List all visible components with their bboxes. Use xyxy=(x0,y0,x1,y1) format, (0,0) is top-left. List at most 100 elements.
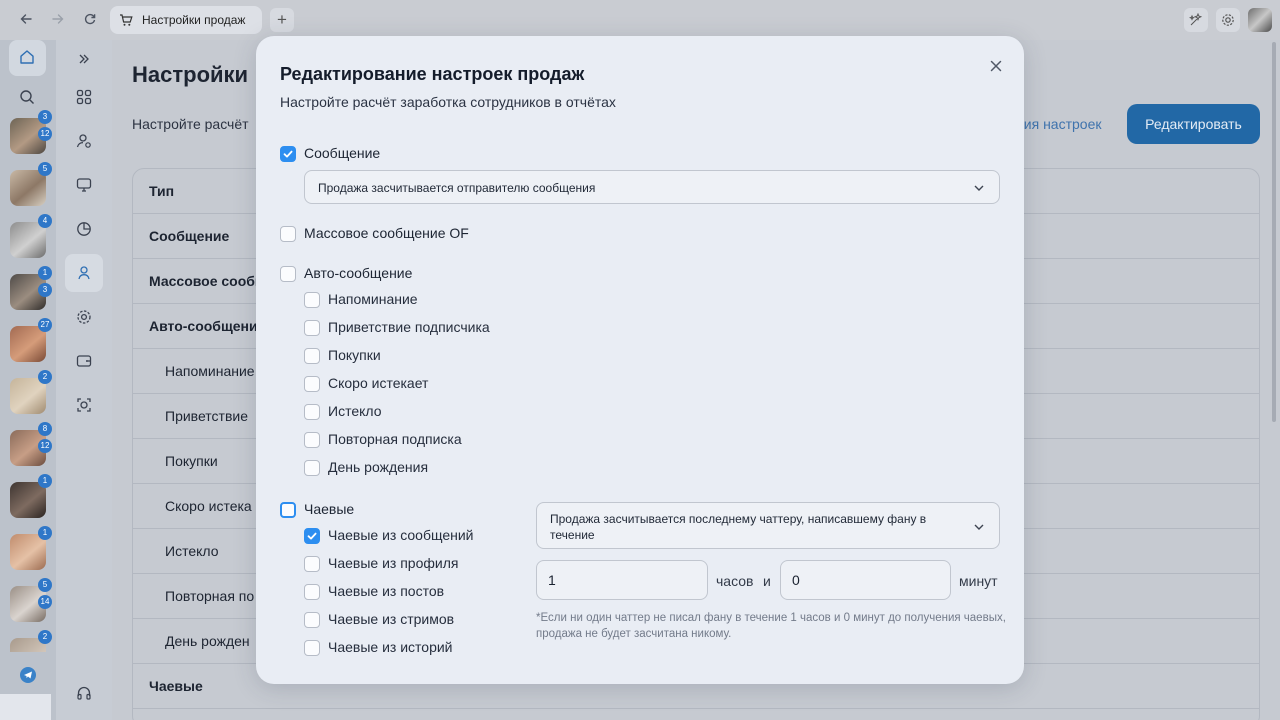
tips-posts-checkbox[interactable] xyxy=(304,584,320,600)
grid-icon xyxy=(76,89,92,105)
page-title: Настройки xyxy=(132,62,249,87)
tips-streams-label: Чаевые из стримов xyxy=(328,611,455,627)
minutes-unit-label: минут xyxy=(959,573,998,589)
hours-unit-label: часов xyxy=(716,573,754,589)
unread-badge: 3 xyxy=(38,283,52,297)
nav-sales-settings[interactable] xyxy=(65,254,103,292)
nav-users[interactable] xyxy=(65,122,103,160)
nav-reports[interactable] xyxy=(65,210,103,248)
model-avatar[interactable] xyxy=(10,378,46,414)
close-button[interactable] xyxy=(986,56,1006,76)
search-icon[interactable] xyxy=(18,88,36,111)
tips-stories-checkbox[interactable] xyxy=(304,640,320,656)
expiring-soon-checkbox[interactable] xyxy=(304,376,320,392)
select-value: Продажа засчитывается последнему чаттеру… xyxy=(550,512,927,542)
nav-settings[interactable] xyxy=(65,298,103,336)
message-attribution-select[interactable]: Продажа засчитывается отправителю сообще… xyxy=(304,170,1000,204)
chevron-down-icon xyxy=(974,185,984,191)
subscriber-greeting-checkbox[interactable] xyxy=(304,320,320,336)
hours-input[interactable]: 1 xyxy=(536,560,708,600)
unread-badge: 2 xyxy=(38,370,52,384)
unread-badge: 14 xyxy=(38,595,52,609)
reload-icon[interactable] xyxy=(80,10,100,30)
expired-checkbox[interactable] xyxy=(304,404,320,420)
chevron-down-icon xyxy=(974,524,984,530)
user-coin-icon xyxy=(78,266,90,280)
new-tab-button[interactable]: + xyxy=(270,8,294,32)
nav-sidebar xyxy=(56,40,112,720)
check-icon xyxy=(283,150,293,158)
unread-badge: 12 xyxy=(38,127,52,141)
browser-toolbar: Настройки продаж + xyxy=(0,0,1280,40)
message-checkbox[interactable] xyxy=(280,146,296,162)
select-value: Продажа засчитывается отправителю сообще… xyxy=(318,181,596,195)
model-avatar[interactable] xyxy=(10,170,46,206)
mass-message-checkbox[interactable] xyxy=(280,226,296,242)
resubscription-checkbox[interactable] xyxy=(304,432,320,448)
message-label: Сообщение xyxy=(304,145,381,161)
unread-badge: 12 xyxy=(38,439,52,453)
model-avatar[interactable] xyxy=(10,326,46,362)
user-settings-icon xyxy=(76,134,91,148)
settings-history-link[interactable]: рия настроек xyxy=(1016,116,1102,132)
check-icon xyxy=(307,532,317,540)
purchases-label: Покупки xyxy=(328,347,381,363)
and-label: и xyxy=(763,573,771,589)
tips-checkbox[interactable] xyxy=(280,502,296,518)
unread-badge: 3 xyxy=(38,110,52,124)
model-avatar[interactable] xyxy=(10,534,46,570)
tips-label: Чаевые xyxy=(304,501,355,517)
back-arrow-icon[interactable] xyxy=(16,10,36,30)
expand-sidebar-button[interactable] xyxy=(65,40,103,78)
pie-chart-icon xyxy=(77,222,91,236)
page-scrollbar[interactable] xyxy=(1272,42,1276,422)
auto-message-checkbox[interactable] xyxy=(280,266,296,282)
chevrons-right-icon xyxy=(79,54,89,64)
reminder-label: Напоминание xyxy=(328,291,418,307)
nav-monitoring[interactable] xyxy=(65,166,103,204)
corner-panel xyxy=(0,694,51,720)
expiring-soon-label: Скоро истекает xyxy=(328,375,429,391)
tab-title: Настройки продаж xyxy=(142,13,246,27)
tips-streams-checkbox[interactable] xyxy=(304,612,320,628)
tips-attribution-select[interactable]: Продажа засчитывается последнему чаттеру… xyxy=(536,502,1000,549)
subscriber-greeting-label: Приветствие подписчика xyxy=(328,319,490,335)
birthday-label: День рождения xyxy=(328,459,429,475)
unread-badge: 5 xyxy=(38,578,52,592)
profile-avatar[interactable] xyxy=(1248,8,1272,32)
model-avatar[interactable] xyxy=(10,222,46,258)
reminder-checkbox[interactable] xyxy=(304,292,320,308)
nav-integrations[interactable] xyxy=(65,386,103,424)
purchases-checkbox[interactable] xyxy=(304,348,320,364)
birthday-checkbox[interactable] xyxy=(304,460,320,476)
tips-profile-label: Чаевые из профиля xyxy=(328,555,459,571)
home-icon xyxy=(20,50,34,64)
expired-label: Истекло xyxy=(328,403,382,419)
close-icon xyxy=(990,60,1002,72)
scan-icon xyxy=(77,398,91,412)
auto-message-label: Авто-сообщение xyxy=(304,265,413,281)
home-button[interactable] xyxy=(9,40,46,76)
tips-messages-checkbox[interactable] xyxy=(304,528,320,544)
tips-messages-label: Чаевые из сообщений xyxy=(328,527,474,543)
browser-tab[interactable]: Настройки продаж xyxy=(110,6,262,34)
sparkle-icon[interactable] xyxy=(1184,8,1208,32)
nav-support[interactable] xyxy=(65,674,103,712)
unread-badge: 1 xyxy=(38,526,52,540)
unread-badge: 1 xyxy=(38,266,52,280)
tips-stories-label: Чаевые из историй xyxy=(328,639,453,655)
minutes-input[interactable]: 0 xyxy=(780,560,951,600)
telegram-icon[interactable] xyxy=(20,667,36,683)
settings-gear-icon[interactable] xyxy=(1216,8,1240,32)
model-avatar[interactable] xyxy=(10,482,46,518)
edit-sales-settings-modal: Редактирование настроек продаж Настройте… xyxy=(256,36,1024,684)
nav-dashboard[interactable] xyxy=(65,78,103,116)
page-subtitle: Настройте расчёт xyxy=(132,116,249,132)
edit-button[interactable]: Редактировать xyxy=(1127,104,1260,144)
models-sidebar: 3 12 5 4 1 3 27 2 8 12 1 1 5 14 2 xyxy=(0,40,56,720)
unread-badge: 4 xyxy=(38,214,52,228)
unread-badge: 27 xyxy=(38,318,52,332)
forward-arrow-icon[interactable] xyxy=(48,10,68,30)
nav-wallet[interactable] xyxy=(65,342,103,380)
tips-profile-checkbox[interactable] xyxy=(304,556,320,572)
